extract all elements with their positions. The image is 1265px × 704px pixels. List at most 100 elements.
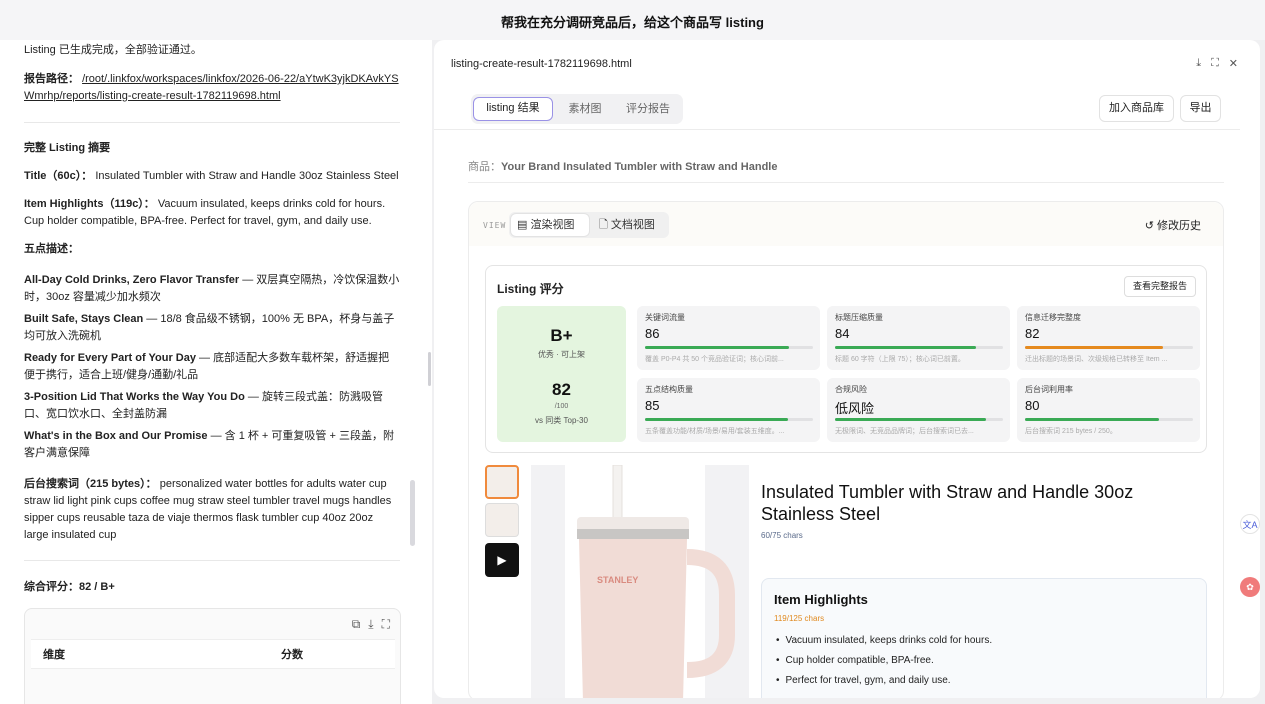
column-header-dimension: 维度 — [43, 649, 65, 661]
metric-progress-bar — [1025, 418, 1193, 421]
brand-logo: STANLEY — [597, 575, 638, 585]
overall-score: 综合评分：82 / B+ — [24, 581, 115, 593]
view-full-report-button[interactable]: 查看完整报告 — [1123, 276, 1196, 297]
assistant-icon[interactable]: ✿ — [1240, 577, 1260, 597]
document-view-button[interactable]: 🗋 文档视图 — [593, 214, 667, 236]
total-score-max: /100 — [554, 403, 569, 410]
copy-icon[interactable]: ⧉ — [352, 617, 361, 632]
divider — [434, 129, 1240, 130]
edit-history-button[interactable]: ↺ 修改历史 — [1145, 217, 1201, 233]
title-line: Title（60c）： Insulated Tumbler with Straw… — [24, 168, 400, 185]
metric-progress-bar — [835, 418, 1003, 421]
backend-terms-label: 后台搜索词（215 bytes）： — [24, 478, 157, 490]
metric-progress-fill — [645, 418, 788, 421]
thumbnail-image[interactable] — [485, 503, 519, 537]
metric-progress-bar — [835, 346, 1003, 349]
metric-value: 80 — [1025, 398, 1040, 413]
title-value: Insulated Tumbler with Straw and Handle … — [95, 170, 399, 182]
document-icon: 🗋 — [599, 219, 608, 231]
score-title: Listing 评分 — [497, 282, 564, 296]
summary-heading: 完整 Listing 摘要 — [24, 142, 111, 154]
metric-name: 标题压缩质量 — [835, 313, 883, 322]
play-icon[interactable]: ▶ — [485, 543, 519, 577]
product-name: Your Brand Insulated Tumbler with Straw … — [501, 161, 778, 173]
tab-assets[interactable]: 素材图 — [557, 97, 613, 121]
metric-progress-fill — [835, 418, 987, 421]
download-icon[interactable]: ⤓ — [368, 617, 373, 632]
render-view-button[interactable]: ▤ 渲染视图 — [511, 214, 589, 236]
download-icon[interactable]: ⤓ — [1196, 57, 1201, 70]
product-label: 商品： — [468, 161, 501, 173]
result-tabs: listing 结果 素材图 评分报告 — [471, 94, 683, 124]
metric-progress-fill — [645, 346, 790, 349]
preview-panel: listing-create-result-1782119698.html ⤓ … — [434, 40, 1260, 698]
metric-description: 后台搜索词 215 bytes / 250。 — [1025, 428, 1117, 435]
metric-value: 82 — [1025, 326, 1040, 341]
column-header-score: 分数 — [281, 649, 303, 661]
status-line: Listing 已生成完成，全部验证通过。 — [24, 44, 202, 56]
add-to-library-button[interactable]: 加入商品库 — [1099, 95, 1174, 122]
metric-progress-fill — [1025, 418, 1160, 421]
score-metric: 标题压缩质量 84 标题 60 字符（上限 75）；核心词已前置。 — [827, 306, 1010, 370]
product-line: 商品：Your Brand Insulated Tumbler with Str… — [468, 158, 777, 174]
list-item: Vacuum insulated, keeps drinks cold for … — [776, 631, 993, 651]
list-item: Perfect for travel, gym, and daily use. — [776, 671, 992, 691]
panel-resize-handle[interactable] — [428, 352, 431, 386]
metric-name: 合规风险 — [835, 385, 867, 394]
divider — [24, 122, 400, 123]
export-button[interactable]: 导出 — [1180, 95, 1221, 122]
chat-panel[interactable]: Listing 已生成完成，全部验证通过。 报告路径： /root/.linkf… — [0, 40, 432, 704]
metric-name: 后台词利用率 — [1025, 385, 1073, 394]
metric-progress-fill — [835, 346, 977, 349]
product-image: STANLEY — [531, 465, 749, 698]
layout-icon: ▤ — [517, 219, 528, 231]
report-path-link[interactable]: /root/.linkfox/workspaces/linkfox/2026-0… — [24, 73, 399, 102]
highlights-label: Item Highlights（119c）： — [24, 198, 155, 210]
grade-description: 优秀 · 可上架 — [537, 350, 586, 359]
conversation-title: 帮我在充分调研竞品后，给这个商品写 listing — [501, 15, 764, 30]
tab-listing-result[interactable]: listing 结果 — [473, 97, 553, 121]
item-highlights-card: Item Highlights 119/125 chars Vacuum ins… — [761, 578, 1207, 698]
score-metric: 五点结构质量 85 五条覆盖功能/材质/场景/易用/套装五维度。... — [637, 378, 820, 442]
fullscreen-icon[interactable]: ⛶ — [1211, 57, 1219, 70]
close-icon[interactable]: ✕ — [1229, 57, 1238, 70]
grade-box: B+ 优秀 · 可上架 82 /100 vs 同类 Top-30 — [497, 306, 626, 442]
metric-value: 低风险 — [835, 401, 875, 416]
scrollbar-thumb[interactable] — [410, 480, 415, 546]
report-path-label: 报告路径： — [24, 73, 79, 85]
score-metric: 信息迁移完整度 82 迁出标题的场景词、次级规格已转移至 Item ... — [1017, 306, 1200, 370]
bullet-item: Ready for Every Part of Your Day — 底部适配大… — [24, 352, 390, 381]
title-char-count: 60/75 chars — [761, 531, 803, 540]
metric-description: 标题 60 字符（上限 75）；核心词已前置。 — [835, 356, 965, 363]
bullet-item: What's in the Box and Our Promise — 含 1 … — [24, 430, 394, 459]
thumbnail-image[interactable] — [485, 465, 519, 499]
score-table-card: ⧉ ⤓ ⛶ 维度 分数 — [24, 608, 401, 704]
bullet-item: Built Safe, Stays Clean — 18/8 食品级不锈钢，10… — [24, 313, 395, 342]
top-bar: 帮我在充分调研竞品后，给这个商品写 listing — [0, 0, 1265, 40]
score-metric: 后台词利用率 80 后台搜索词 215 bytes / 250。 — [1017, 378, 1200, 442]
fullscreen-icon[interactable]: ⛶ — [382, 617, 390, 632]
highlights-char-count: 119/125 chars — [774, 614, 825, 623]
translate-icon[interactable]: 文A — [1240, 514, 1260, 534]
bullets-heading: 五点描述： — [24, 243, 79, 255]
title-label: Title（60c）： — [24, 170, 93, 182]
listing-score-card: Listing 评分 查看完整报告 B+ 优秀 · 可上架 82 /100 vs… — [485, 265, 1207, 453]
file-name: listing-create-result-1782119698.html — [451, 58, 632, 70]
listing-view-card: VIEW ▤ 渲染视图 🗋 文档视图 ↺ 修改历史 Listing 评分 查看完… — [468, 201, 1224, 698]
metric-progress-bar — [645, 346, 813, 349]
score-metric: 关键词流量 86 覆盖 P0-P4 共 50 个竞品验证词；核心词前... — [637, 306, 820, 370]
view-label: VIEW — [483, 221, 507, 230]
metric-name: 关键词流量 — [645, 313, 685, 322]
list-item: Cup holder compatible, BPA-free. — [776, 651, 992, 671]
table-header: 维度 分数 — [31, 639, 395, 669]
metric-progress-bar — [1025, 346, 1193, 349]
item-highlights-title: Item Highlights — [774, 592, 868, 607]
metric-name: 五点结构质量 — [645, 385, 693, 394]
metric-value: 85 — [645, 398, 660, 413]
metric-value: 84 — [835, 326, 850, 341]
total-score-comparison: vs 同类 Top-30 — [535, 416, 588, 425]
total-score: 82 — [552, 380, 571, 399]
product-title: Insulated Tumbler with Straw and Handle … — [761, 482, 1134, 524]
view-toggle: ▤ 渲染视图 🗋 文档视图 — [509, 212, 669, 238]
tab-score-report[interactable]: 评分报告 — [617, 97, 679, 121]
